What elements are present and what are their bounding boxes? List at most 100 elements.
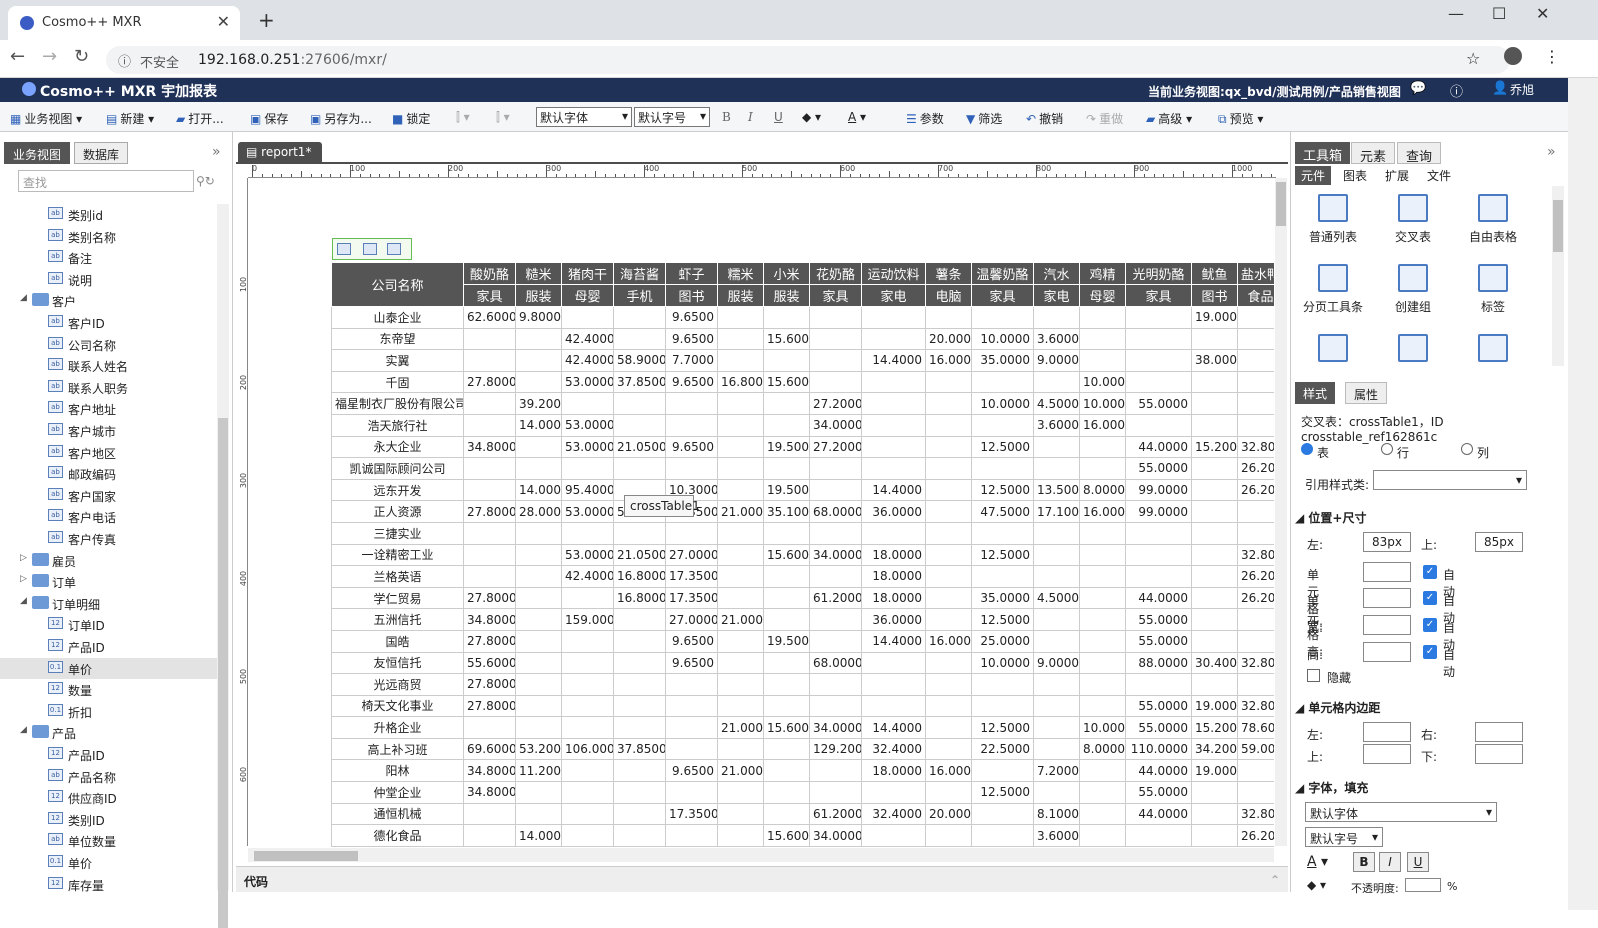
value-cell[interactable] [971, 565, 1034, 588]
tree-item[interactable]: ab 客户地址 [0, 398, 218, 419]
value-cell[interactable]: 12.5000 [971, 478, 1034, 502]
value-cell[interactable] [763, 608, 810, 631]
value-cell[interactable] [717, 327, 764, 351]
row-header-cell[interactable]: 山泰企业 [331, 306, 464, 329]
value-cell[interactable] [717, 802, 764, 826]
value-cell[interactable] [809, 306, 862, 329]
value-cell[interactable] [763, 306, 810, 329]
product-header[interactable]: 盐水鸭 [1237, 262, 1274, 285]
value-cell[interactable]: 20.0000 [925, 802, 972, 826]
value-cell[interactable]: 10.0000 [1079, 370, 1126, 394]
value-cell[interactable]: 25.0000 [971, 629, 1034, 653]
value-cell[interactable] [717, 521, 764, 545]
value-cell[interactable] [561, 802, 614, 826]
value-cell[interactable]: 32.4000 [861, 737, 926, 761]
value-cell[interactable] [561, 824, 614, 847]
value-cell[interactable]: 19.0000 [1191, 694, 1238, 718]
value-cell[interactable]: 35.0000 [971, 349, 1034, 372]
value-cell[interactable]: 34.0000 [809, 824, 862, 847]
subtab[interactable]: 图表 [1337, 166, 1373, 185]
info-icon[interactable]: ⓘ [118, 51, 131, 70]
value-cell[interactable] [613, 802, 666, 826]
tab-query[interactable]: 查询 [1397, 142, 1442, 165]
row-header-cell[interactable]: 永大企业 [331, 435, 464, 459]
preview-button[interactable]: ⧉ 预览 ▾ [1218, 110, 1263, 127]
value-cell[interactable] [1079, 435, 1126, 459]
expand-arrow-icon[interactable]: ◢ [20, 293, 27, 303]
value-cell[interactable] [1191, 586, 1238, 610]
value-cell[interactable] [763, 521, 810, 545]
tree-item[interactable]: ▷ 雇员 [0, 550, 218, 571]
value-cell[interactable]: 32.8000 [1237, 651, 1274, 675]
value-cell[interactable] [515, 608, 562, 631]
value-cell[interactable]: 3.6000 [1033, 413, 1080, 437]
tree-item[interactable]: 12 订单ID [0, 614, 218, 635]
value-cell[interactable]: 17.3500 [665, 565, 718, 588]
value-cell[interactable]: 16.0000 [925, 759, 972, 783]
value-cell[interactable] [925, 500, 972, 523]
row-header-cell[interactable]: 友恒信托 [331, 651, 464, 675]
value-cell[interactable] [463, 392, 516, 415]
value-cell[interactable]: 18.0000 [861, 586, 926, 610]
value-cell[interactable]: 16.0000 [1079, 500, 1126, 523]
value-cell[interactable]: 20.0000 [925, 327, 972, 351]
value-cell[interactable]: 95.4000 [561, 478, 614, 502]
value-cell[interactable] [1191, 629, 1238, 653]
value-cell[interactable] [1079, 651, 1126, 675]
value-cell[interactable]: 9.6500 [665, 629, 718, 653]
category-header[interactable]: 服装 [515, 284, 562, 307]
value-cell[interactable]: 12.5000 [971, 608, 1034, 631]
value-cell[interactable]: 19.0000 [1191, 759, 1238, 783]
value-cell[interactable] [1191, 565, 1238, 588]
value-cell[interactable] [717, 543, 764, 567]
value-cell[interactable] [861, 435, 926, 459]
tree-item[interactable]: ab 联系人姓名 [0, 355, 218, 376]
value-cell[interactable]: 55.0000 [1125, 694, 1192, 718]
value-cell[interactable]: 27.8000 [463, 629, 516, 653]
value-cell[interactable] [925, 306, 972, 329]
value-cell[interactable] [1191, 413, 1238, 437]
value-cell[interactable] [971, 759, 1034, 783]
value-cell[interactable] [717, 349, 764, 372]
value-cell[interactable] [463, 521, 516, 545]
value-cell[interactable]: 12.5000 [971, 543, 1034, 567]
value-cell[interactable]: 34.2000 [1191, 737, 1238, 761]
value-cell[interactable]: 26.2000 [1237, 478, 1274, 502]
value-cell[interactable]: 14.0000 [515, 413, 562, 437]
collapse-left-icon[interactable]: » [212, 144, 221, 160]
value-cell[interactable]: 14.4000 [861, 349, 926, 372]
value-cell[interactable]: 18.0000 [861, 543, 926, 567]
value-cell[interactable] [515, 781, 562, 804]
row-header-cell[interactable]: 兰格英语 [331, 565, 464, 588]
tree-item[interactable]: 0.1 单价 [0, 852, 218, 873]
table-edit-icon[interactable] [363, 243, 377, 255]
value-cell[interactable]: 16.0000 [925, 349, 972, 372]
value-cell[interactable]: 42.4000 [561, 327, 614, 351]
value-cell[interactable] [515, 349, 562, 372]
right-bold-button[interactable]: B [1353, 852, 1375, 872]
value-cell[interactable] [925, 608, 972, 631]
value-cell[interactable] [1033, 565, 1080, 588]
value-cell[interactable] [1125, 824, 1192, 847]
radio-table[interactable] [1301, 443, 1313, 455]
forward-icon[interactable]: → [42, 46, 57, 67]
value-cell[interactable] [925, 435, 972, 459]
value-cell[interactable] [1237, 306, 1274, 329]
value-cell[interactable]: 10.0000 [971, 392, 1034, 415]
value-cell[interactable] [971, 306, 1034, 329]
value-cell[interactable] [717, 306, 764, 329]
value-cell[interactable]: 68.0000 [809, 651, 862, 675]
value-cell[interactable] [515, 586, 562, 610]
tree-item[interactable]: ab 客户传真 [0, 528, 218, 549]
value-cell[interactable]: 9.6500 [665, 370, 718, 394]
value-cell[interactable] [463, 543, 516, 567]
section-position[interactable]: ◢ 位置+尺寸 [1295, 509, 1366, 526]
value-cell[interactable]: 53.0000 [561, 370, 614, 394]
tab-database[interactable]: 数据库 [74, 142, 129, 164]
product-header[interactable]: 薯条 [925, 262, 972, 285]
close-tab-icon[interactable]: ✕ [217, 12, 230, 31]
opacity-input[interactable] [1405, 878, 1441, 892]
value-cell[interactable] [1079, 349, 1126, 372]
product-header[interactable]: 鸡精 [1079, 262, 1126, 285]
browser-tab[interactable]: Cosmo++ MXR ✕ [8, 6, 240, 40]
